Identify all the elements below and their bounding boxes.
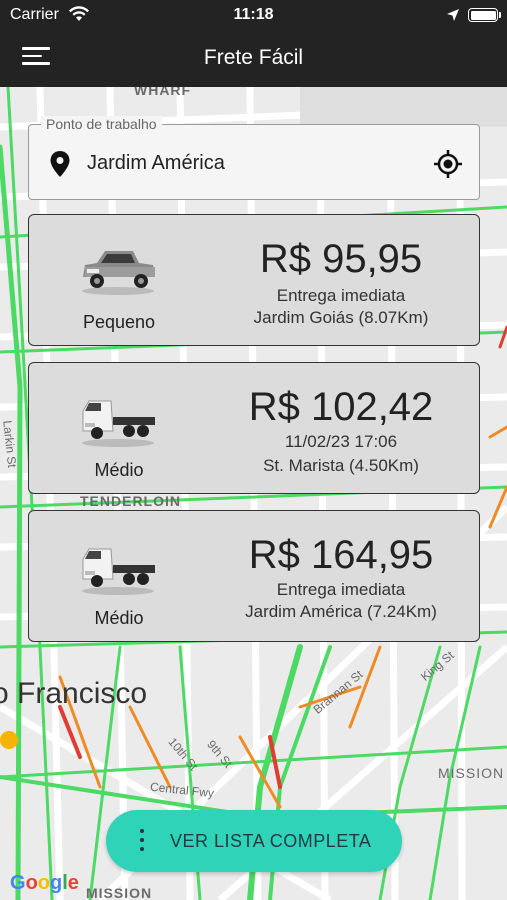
work-location-value: Jardim América (87, 152, 225, 174)
box-truck-icon (82, 400, 155, 447)
vehicle-size-label: Médio (94, 608, 144, 628)
google-logo: Google (10, 872, 79, 894)
map-label-mission: MISSION (438, 765, 505, 781)
work-location-legend: Ponto de trabalho (41, 116, 162, 132)
offer-price: R$ 102,42 (248, 385, 434, 429)
page-title: Frete Fácil (203, 46, 304, 69)
map-label-mission-bottom: MISSION (86, 885, 153, 900)
offer-delivery-time: Entrega imediata (276, 580, 406, 599)
offer-destination: Jardim Goiás (8.07Km) (253, 308, 429, 327)
app-header: Carrier 11:18 Frete Fácil (0, 0, 507, 87)
more-vertical-icon (139, 829, 145, 853)
my-location-icon[interactable] (433, 149, 463, 179)
map-label-wharf: WHARF (134, 87, 192, 98)
map-label-tenderloin: TENDERLOIN (80, 493, 181, 509)
vehicle-size-label: Médio (94, 460, 144, 480)
offer-delivery-time: 11/02/23 17:06 (284, 432, 398, 451)
location-arrow-icon (447, 9, 459, 21)
offer-price: R$ 164,95 (248, 533, 434, 577)
offer-card[interactable]: Médio R$ 102,42 11/02/23 17:06 St. Maris… (28, 362, 480, 494)
offer-delivery-time: Entrega imediata (276, 286, 406, 305)
box-truck-icon (82, 548, 155, 595)
view-full-list-label: VER LISTA COMPLETA (170, 831, 372, 851)
work-location-field[interactable]: Ponto de trabalho Jardim América (28, 116, 480, 200)
battery-icon (468, 8, 501, 22)
status-bar: Carrier 11:18 (0, 0, 507, 30)
pickup-truck-icon (82, 251, 155, 295)
offer-destination: Jardim América (7.24Km) (245, 602, 437, 621)
clock: 11:18 (233, 6, 274, 23)
map-label-city: o Francisco (0, 677, 148, 710)
view-full-list-button[interactable]: VER LISTA COMPLETA (106, 810, 402, 872)
vehicle-size-label: Pequeno (82, 312, 156, 332)
offer-price: R$ 95,95 (259, 237, 423, 281)
offer-card[interactable]: Médio R$ 164,95 Entrega imediata Jardim … (28, 510, 480, 642)
offer-card[interactable]: Pequeno R$ 95,95 Entrega imediata Jardim… (28, 214, 480, 346)
map-pin-icon (50, 151, 70, 177)
offer-destination: St. Marista (4.50Km) (263, 456, 419, 475)
